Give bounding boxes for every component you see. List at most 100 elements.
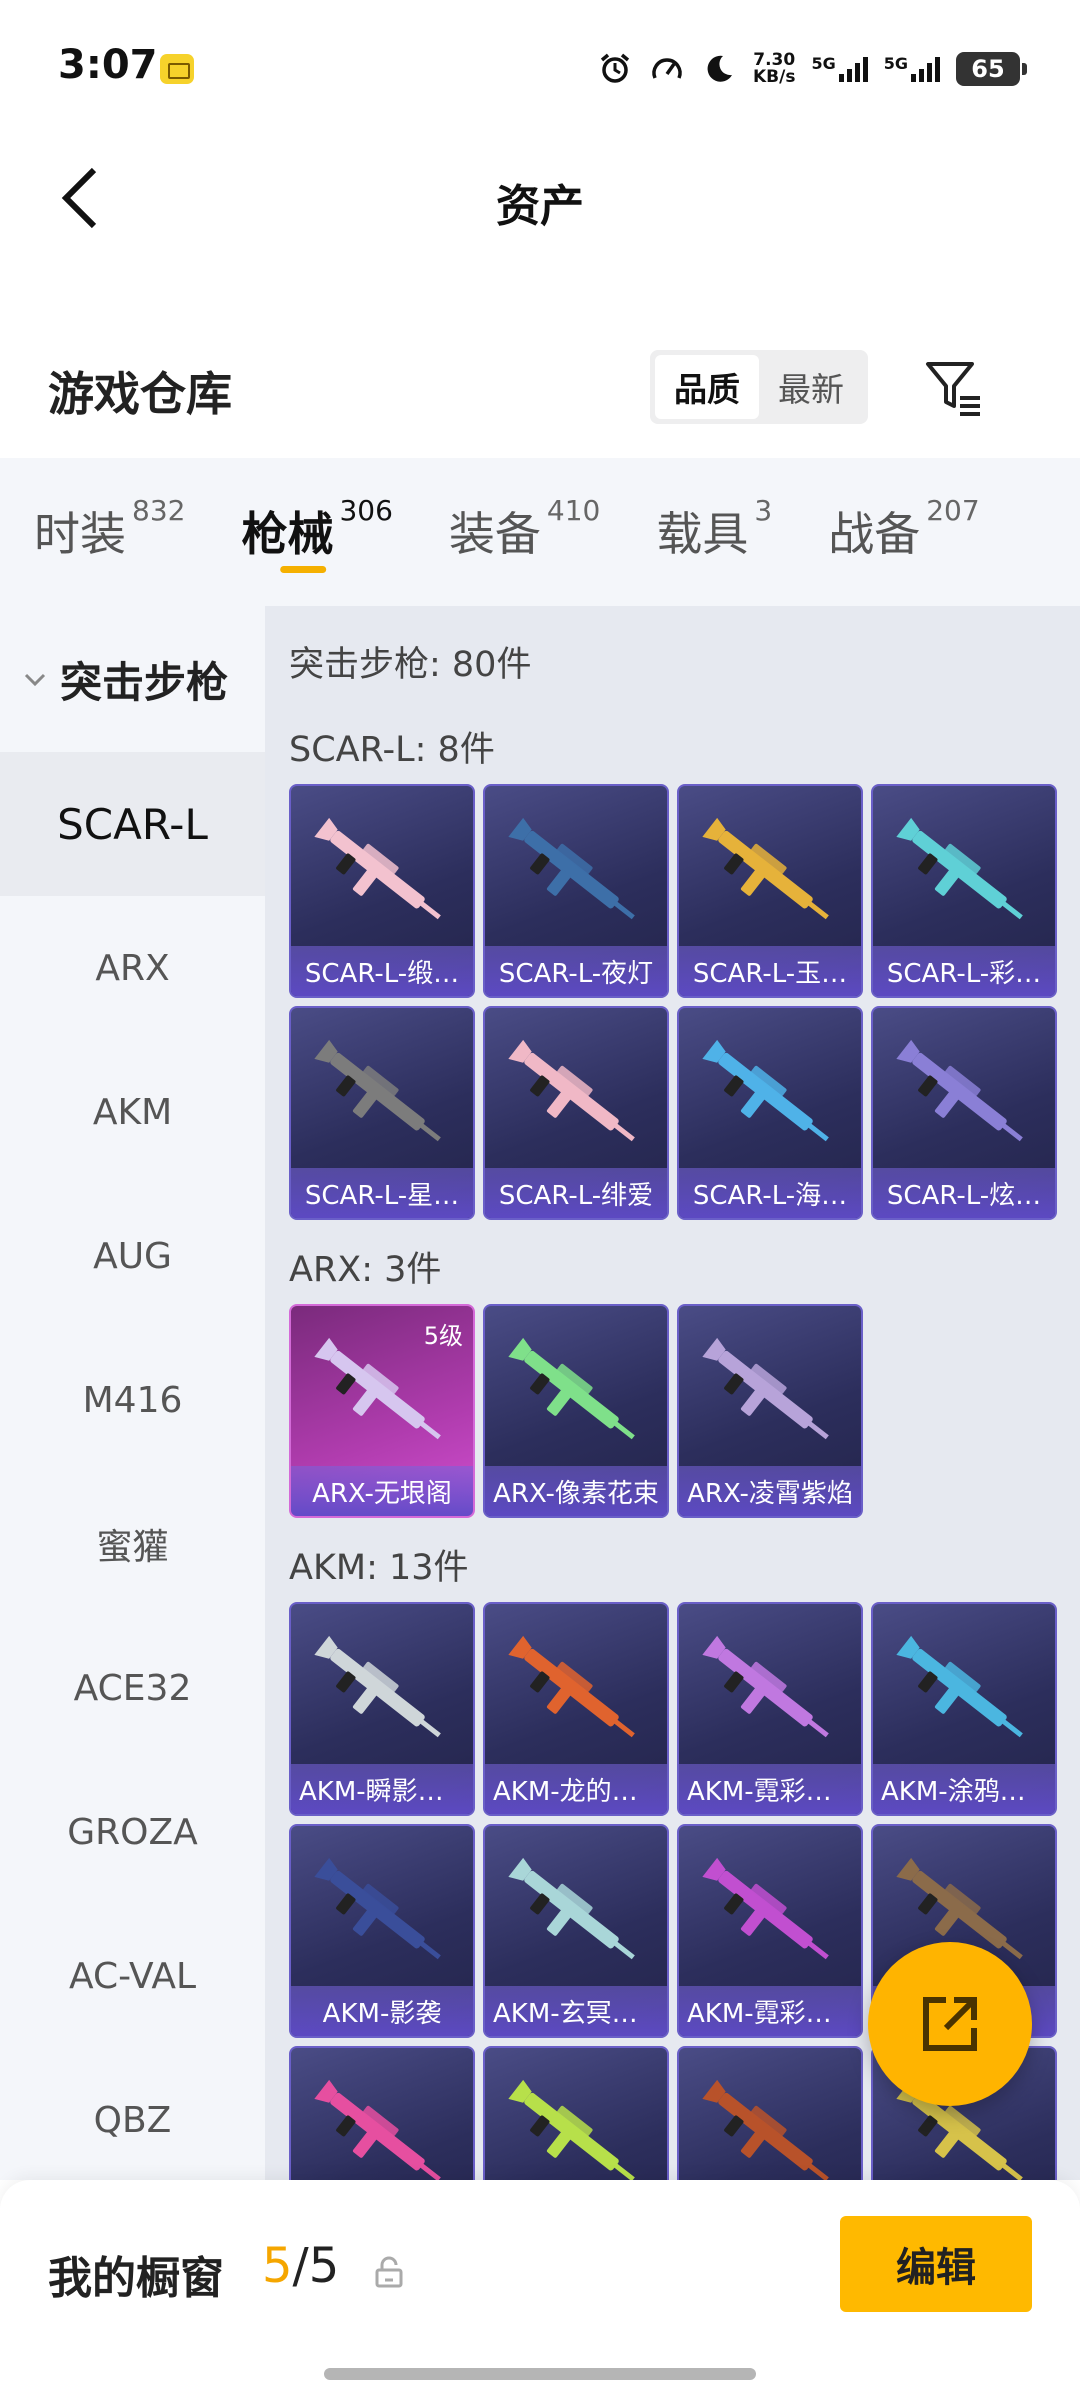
filter-icon: [926, 362, 980, 416]
weapon-skin-name: SCAR-L-炫…: [886, 1180, 1042, 1211]
sidebar-item-groza[interactable]: GROZA: [0, 1760, 265, 1904]
sidebar-item-honey-badger[interactable]: 蜜獾: [0, 1472, 265, 1616]
sidebar-item-aug[interactable]: AUG: [0, 1184, 265, 1328]
rifle-icon: [702, 1857, 829, 1960]
sidebar-item-arx[interactable]: ARX: [0, 896, 265, 1040]
sidebar-item-qbz[interactable]: QBZ: [0, 2048, 265, 2192]
showcase-count-total: /5: [292, 2238, 340, 2294]
weapon-skin-name-bar: SCAR-L-炫…: [873, 1168, 1055, 1218]
rifle-icon: [702, 1635, 829, 1738]
weapon-skin-card[interactable]: AKM-瞬影刀锋: [289, 1602, 475, 1816]
sort-by-newest[interactable]: 最新: [759, 355, 863, 419]
sidebar-item-scar-l[interactable]: SCAR-L: [0, 752, 265, 896]
weapon-skin-name: SCAR-L-星…: [304, 1180, 460, 1211]
filter-button[interactable]: [922, 356, 986, 420]
tab-weapons[interactable]: 枪械 306: [241, 494, 393, 573]
weapon-grid: 5级 ARX-无垠阁 ARX-像素花束 ARX-凌霄紫焰: [289, 1304, 1080, 1518]
weapon-skin-name-bar: AKM-霓彩节奏: [679, 1986, 861, 2036]
alarm-icon: [597, 51, 633, 87]
weapon-skin-card[interactable]: AKM-龙的传人: [483, 1602, 669, 1816]
weapon-skin-card[interactable]: AKM-霓彩脉冲: [677, 1602, 863, 1816]
weapon-skin-name: SCAR-L-缎…: [304, 958, 460, 989]
sidebar-item-akm[interactable]: AKM: [0, 1040, 265, 1184]
notification-app-icon: [160, 54, 194, 84]
sidebar-item-m416[interactable]: M416: [0, 1328, 265, 1472]
sidebar-group-assault-rifles[interactable]: 突击步枪: [0, 606, 265, 752]
weapon-skin-name: SCAR-L-绯爱: [498, 1180, 654, 1211]
weapon-skin-name-bar: SCAR-L-海…: [679, 1168, 861, 1218]
weapon-skin-card[interactable]: SCAR-L-彩…: [871, 784, 1057, 998]
tab-fashion[interactable]: 时装 832: [34, 494, 185, 564]
weapon-skin-card[interactable]: ARX-凌霄紫焰: [677, 1304, 863, 1518]
weapon-skin-card[interactable]: AKM-玄冥寒域: [483, 1824, 669, 2038]
weapon-group-title: SCAR-L: 8件: [289, 730, 495, 770]
weapon-skin-name-bar: AKM-瞬影刀锋: [291, 1764, 473, 1814]
tab-equipment[interactable]: 装备 410: [448, 494, 600, 564]
rifle-icon: [508, 1337, 635, 1440]
weapon-skin-card[interactable]: SCAR-L-海…: [677, 1006, 863, 1220]
tab-label: 枪械: [241, 507, 334, 561]
weapon-skin-card[interactable]: SCAR-L-玉…: [677, 784, 863, 998]
rifle-icon: [896, 1039, 1023, 1142]
tab-label: 装备: [448, 507, 541, 561]
weapon-skin-card[interactable]: [677, 2046, 863, 2180]
edit-button[interactable]: 编辑: [840, 2216, 1032, 2312]
weapon-skin-card[interactable]: AKM-影袭: [289, 1824, 475, 2038]
weapon-skin-card[interactable]: 5级 ARX-无垠阁: [289, 1304, 475, 1518]
share-export-icon: [923, 1997, 977, 2051]
signal-bars-1-icon: [838, 56, 868, 82]
weapon-skin-card[interactable]: SCAR-L-炫…: [871, 1006, 1057, 1220]
rifle-icon: [508, 817, 635, 920]
weapon-skin-name-bar: AKM-玄冥寒域: [485, 1986, 667, 2036]
sidebar-item-ac-val[interactable]: AC-VAL: [0, 1904, 265, 2048]
status-time: 3:07: [58, 42, 158, 88]
rifle-icon: [702, 1337, 829, 1440]
weapon-skin-card[interactable]: SCAR-L-夜灯: [483, 784, 669, 998]
weapon-skin-name-bar: AKM-涂鸦街区: [873, 1764, 1055, 1814]
weapon-skin-name: ARX-凌霄紫焰: [687, 1478, 853, 1509]
sort-toggle: 品质 最新: [650, 350, 868, 424]
weapon-skin-card[interactable]: AKM-霓彩节奏: [677, 1824, 863, 2038]
battery-indicator: 65: [956, 52, 1027, 86]
sidebar-item-ace32[interactable]: ACE32: [0, 1616, 265, 1760]
tab-count: 410: [546, 494, 601, 527]
weapon-skin-name: SCAR-L-玉…: [692, 958, 848, 989]
rifle-icon: [508, 1635, 635, 1738]
signal-1: 5G: [811, 56, 868, 82]
weapon-skin-name: AKM-龙的传人: [493, 1776, 659, 1807]
weapon-skin-card[interactable]: SCAR-L-绯爱: [483, 1006, 669, 1220]
weapon-skin-card[interactable]: ARX-像素花束: [483, 1304, 669, 1518]
rifle-icon: [508, 1039, 635, 1142]
weapon-skin-name-bar: SCAR-L-星…: [291, 1168, 473, 1218]
rifle-icon: [508, 2079, 635, 2180]
share-button[interactable]: [868, 1942, 1032, 2106]
showcase-label: 我的橱窗: [48, 2253, 224, 2304]
rifle-icon: [896, 817, 1023, 920]
weapon-skin-card[interactable]: [289, 2046, 475, 2180]
tab-supplies[interactable]: 战备 207: [828, 494, 979, 564]
showcase-count: 5/5: [262, 2238, 339, 2294]
rifle-icon: [314, 817, 441, 920]
weapon-skin-card[interactable]: SCAR-L-缎…: [289, 784, 475, 998]
weapon-skin-card[interactable]: SCAR-L-星…: [289, 1006, 475, 1220]
tab-count: 832: [132, 494, 186, 527]
rifle-icon: [314, 1635, 441, 1738]
section-title: 突击步枪: 80件: [289, 645, 532, 685]
rifle-icon: [702, 817, 829, 920]
weapon-skin-name-bar: AKM-影袭: [291, 1986, 473, 2036]
showcase-count-current: 5: [262, 2238, 293, 2294]
tab-vehicles[interactable]: 载具 3: [656, 494, 772, 564]
weapon-type-sidebar: 突击步枪 SCAR-L ARX AKM AUG M416 蜜獾 ACE32 GR…: [0, 606, 265, 2180]
weapon-skin-name: ARX-像素花束: [493, 1478, 659, 1509]
level-badge: 5级: [423, 1322, 463, 1350]
weapon-skin-name: SCAR-L-彩…: [886, 958, 1042, 989]
home-indicator[interactable]: [324, 2368, 756, 2380]
tab-count: 306: [339, 494, 393, 527]
weapon-skin-card[interactable]: [483, 2046, 669, 2180]
weapon-skin-name-bar: ARX-凌霄紫焰: [679, 1466, 861, 1516]
signal-2: 5G: [884, 56, 940, 82]
lock-icon: [375, 2256, 403, 2288]
weapon-skin-name-bar: AKM-霓彩脉冲: [679, 1764, 861, 1814]
weapon-skin-card[interactable]: AKM-涂鸦街区: [871, 1602, 1057, 1816]
sort-by-quality[interactable]: 品质: [655, 355, 759, 419]
